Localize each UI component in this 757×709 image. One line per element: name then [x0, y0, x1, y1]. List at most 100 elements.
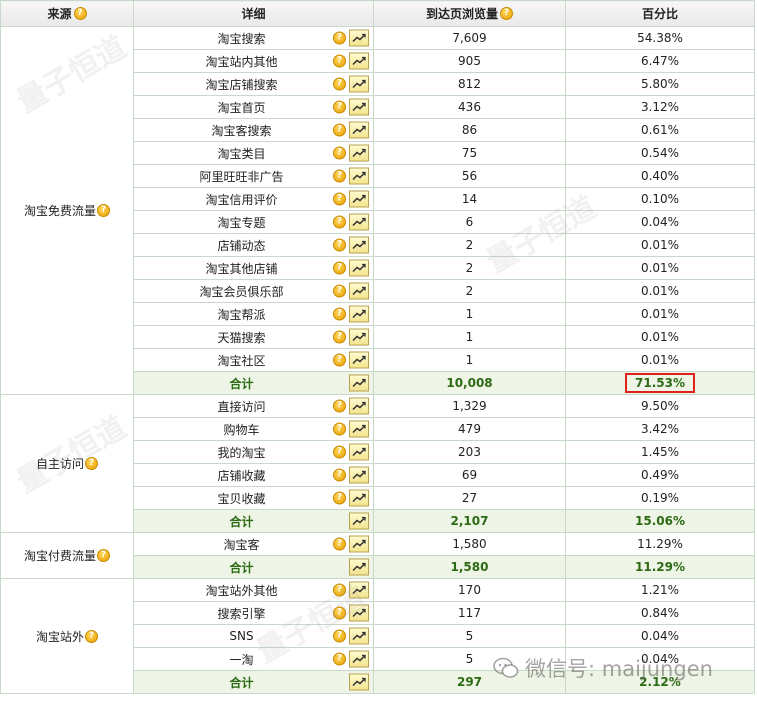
- trend-chart-icon[interactable]: [349, 236, 369, 254]
- detail-cell: 搜索引擎?: [133, 601, 374, 625]
- views-cell: 27: [373, 486, 566, 510]
- help-icon[interactable]: ?: [333, 629, 346, 643]
- views-cell: 1,580: [373, 532, 566, 556]
- header-detail-label: 详细: [241, 7, 266, 21]
- help-icon[interactable]: ?: [333, 284, 346, 298]
- trend-chart-icon[interactable]: [349, 650, 369, 668]
- trend-chart-icon[interactable]: [349, 397, 369, 415]
- trend-chart-icon[interactable]: [349, 604, 369, 622]
- total-label-cell: 合计: [133, 670, 374, 694]
- help-icon[interactable]: ?: [333, 330, 346, 344]
- help-icon[interactable]: ?: [97, 204, 110, 217]
- trend-chart-icon[interactable]: [349, 190, 369, 208]
- help-icon[interactable]: ?: [333, 192, 346, 206]
- trend-chart-icon[interactable]: [349, 75, 369, 93]
- trend-chart-icon[interactable]: [349, 466, 369, 484]
- help-icon[interactable]: ?: [85, 629, 98, 643]
- total-percent-cell: 11.29%: [565, 555, 755, 579]
- percent-cell: 0.04%: [565, 210, 755, 234]
- trend-chart-icon[interactable]: [349, 489, 369, 507]
- help-icon[interactable]: ?: [333, 445, 346, 459]
- help-icon[interactable]: ?: [333, 422, 346, 436]
- help-icon[interactable]: ?: [333, 537, 346, 551]
- table-row: 自主访问? 直接访问? 1,329 9.50%: [0, 394, 755, 533]
- trend-chart-icon[interactable]: [349, 328, 369, 346]
- views-cell: 1: [373, 325, 566, 349]
- trend-chart-icon[interactable]: [349, 259, 369, 277]
- trend-chart-icon[interactable]: [349, 351, 369, 369]
- percent-cell: 3.12%: [565, 95, 755, 119]
- detail-cell: 淘宝客搜索?: [133, 118, 374, 142]
- help-icon[interactable]: ?: [333, 77, 346, 91]
- total-views-cell: 297: [373, 670, 566, 694]
- help-icon[interactable]: ?: [333, 353, 346, 367]
- trend-chart-icon[interactable]: [349, 167, 369, 185]
- help-icon[interactable]: ?: [73, 7, 87, 20]
- views-cell: 75: [373, 141, 566, 165]
- total-percent-cell: 2.12%: [565, 670, 755, 694]
- trend-chart-icon[interactable]: [349, 144, 369, 162]
- help-icon[interactable]: ?: [333, 54, 346, 68]
- help-icon[interactable]: ?: [333, 146, 346, 160]
- trend-chart-icon[interactable]: [349, 374, 369, 392]
- header-percent: 百分比: [565, 0, 755, 27]
- trend-chart-icon[interactable]: [349, 282, 369, 300]
- trend-chart-icon[interactable]: [349, 213, 369, 231]
- total-label-cell: 合计: [133, 371, 374, 395]
- help-icon[interactable]: ?: [333, 652, 346, 666]
- percent-cell: 11.29%: [565, 532, 755, 556]
- total-views-cell: 10,008: [373, 371, 566, 395]
- help-icon[interactable]: ?: [333, 261, 346, 275]
- trend-chart-icon[interactable]: [349, 627, 369, 645]
- help-icon[interactable]: ?: [333, 491, 346, 505]
- percent-cell: 3.42%: [565, 417, 755, 441]
- help-icon[interactable]: ?: [333, 100, 346, 114]
- help-icon[interactable]: ?: [333, 468, 346, 482]
- trend-chart-icon[interactable]: [349, 512, 369, 530]
- help-icon[interactable]: ?: [333, 123, 346, 137]
- help-icon[interactable]: ?: [85, 457, 98, 470]
- views-cell: 6: [373, 210, 566, 234]
- trend-chart-icon[interactable]: [349, 420, 369, 438]
- header-views-label: 到达页浏览量: [425, 7, 498, 21]
- trend-chart-icon[interactable]: [349, 673, 369, 691]
- views-cell: 436: [373, 95, 566, 119]
- trend-chart-icon[interactable]: [349, 98, 369, 116]
- detail-cell: 直接访问?: [133, 394, 374, 418]
- help-icon[interactable]: ?: [333, 399, 346, 413]
- trend-chart-icon[interactable]: [349, 121, 369, 139]
- source-cell: 淘宝站外?: [0, 578, 134, 694]
- trend-chart-icon[interactable]: [349, 29, 369, 47]
- trend-chart-icon[interactable]: [349, 52, 369, 70]
- help-icon[interactable]: ?: [333, 215, 346, 229]
- help-icon[interactable]: ?: [333, 31, 346, 45]
- trend-chart-icon[interactable]: [349, 558, 369, 576]
- help-icon[interactable]: ?: [500, 7, 513, 20]
- help-icon[interactable]: ?: [333, 238, 346, 252]
- trend-chart-icon[interactable]: [349, 581, 369, 599]
- detail-cell: 店铺收藏?: [133, 463, 374, 487]
- views-cell: 479: [373, 417, 566, 441]
- header-source: 来源 ?: [0, 0, 134, 27]
- percent-cell: 0.01%: [565, 256, 755, 280]
- help-icon[interactable]: ?: [333, 583, 346, 597]
- percent-cell: 0.01%: [565, 325, 755, 349]
- total-percent-cell: 71.53%: [565, 371, 755, 395]
- source-label: 自主访问: [35, 457, 84, 471]
- detail-cell: 淘宝信用评价?: [133, 187, 374, 211]
- views-cell: 1: [373, 302, 566, 326]
- percent-cell: 0.61%: [565, 118, 755, 142]
- help-icon[interactable]: ?: [333, 169, 346, 183]
- help-icon[interactable]: ?: [97, 549, 110, 562]
- trend-chart-icon[interactable]: [349, 535, 369, 553]
- trend-chart-icon[interactable]: [349, 443, 369, 461]
- detail-cell: 淘宝类目?: [133, 141, 374, 165]
- total-views-cell: 2,107: [373, 509, 566, 533]
- help-icon[interactable]: ?: [333, 606, 346, 620]
- detail-cell: 淘宝搜索?: [133, 26, 374, 50]
- help-icon[interactable]: ?: [333, 307, 346, 321]
- views-cell: 203: [373, 440, 566, 464]
- views-cell: 1,329: [373, 394, 566, 418]
- detail-cell: 店铺动态?: [133, 233, 374, 257]
- trend-chart-icon[interactable]: [349, 305, 369, 323]
